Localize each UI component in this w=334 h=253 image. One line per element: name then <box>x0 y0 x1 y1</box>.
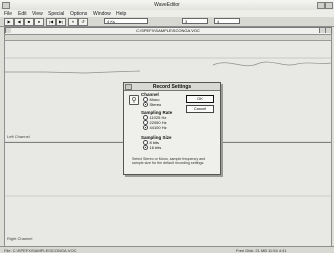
channel-stereo-option[interactable]: Stereo <box>143 102 161 107</box>
reverse-button[interactable]: ◀ <box>14 18 24 26</box>
sampling-rate-group: Sampling Rate 11025 Hz 22050 Hz 44100 Hz <box>141 110 183 130</box>
app-window: WaveEditor File Edit View Special Option… <box>0 0 334 253</box>
size-16bit-radio[interactable] <box>143 145 148 150</box>
loop-button[interactable]: ↺ <box>78 18 88 26</box>
play-button[interactable]: ▶ <box>4 18 14 26</box>
cancel-button[interactable]: Cancel <box>186 105 214 113</box>
document-maximize-icon[interactable] <box>325 28 331 33</box>
right-channel-label: Right Channel <box>7 236 33 241</box>
sampling-size-group: Sampling Size 8 bits 16 bits <box>141 135 183 150</box>
forward-button[interactable]: ▶| <box>56 18 66 26</box>
status-info: Free Disk: 21 MB 11:54 4:41 <box>236 248 287 253</box>
record-settings-dialog: Record Settings Channel Mono Stereo Samp… <box>123 82 221 175</box>
size-16bit-option[interactable]: 16 bits <box>143 145 161 150</box>
pause-button[interactable]: ⏸ <box>68 18 78 26</box>
rewind-button[interactable]: |◀ <box>46 18 56 26</box>
maximize-icon[interactable] <box>325 2 333 9</box>
record-button[interactable]: ● <box>34 18 44 26</box>
position-field[interactable]: 4 Ks <box>104 18 148 24</box>
rate-44100-radio[interactable] <box>143 125 148 130</box>
length-field[interactable]: 4 <box>214 18 240 24</box>
dialog-title-bar: Record Settings <box>124 83 220 91</box>
zoom-field[interactable]: 3 <box>182 18 208 24</box>
stop-button[interactable]: ■ <box>24 18 34 26</box>
left-channel-label: Left Channel <box>7 134 30 139</box>
dialog-title: Record Settings <box>152 84 192 90</box>
status-file: File: C:\SPEFX\SAMPLE\SCONGA.VOC <box>4 248 77 253</box>
channel-group: Channel Mono Stereo <box>141 92 183 107</box>
minimize-icon[interactable] <box>317 2 325 9</box>
toolbar: ▶ ◀ ■ ● |◀ ▶| ⏸ ↺ 4 Ks 3 4 <box>0 17 334 27</box>
microphone-icon <box>129 95 139 105</box>
stereo-radio[interactable] <box>143 102 148 107</box>
ok-button[interactable]: OK <box>186 95 214 103</box>
dialog-description: Select Stereo or Mono, sample frequency … <box>132 157 206 166</box>
rate-44100-option[interactable]: 44100 Hz <box>143 125 167 130</box>
app-title: WaveEditor <box>154 2 180 8</box>
